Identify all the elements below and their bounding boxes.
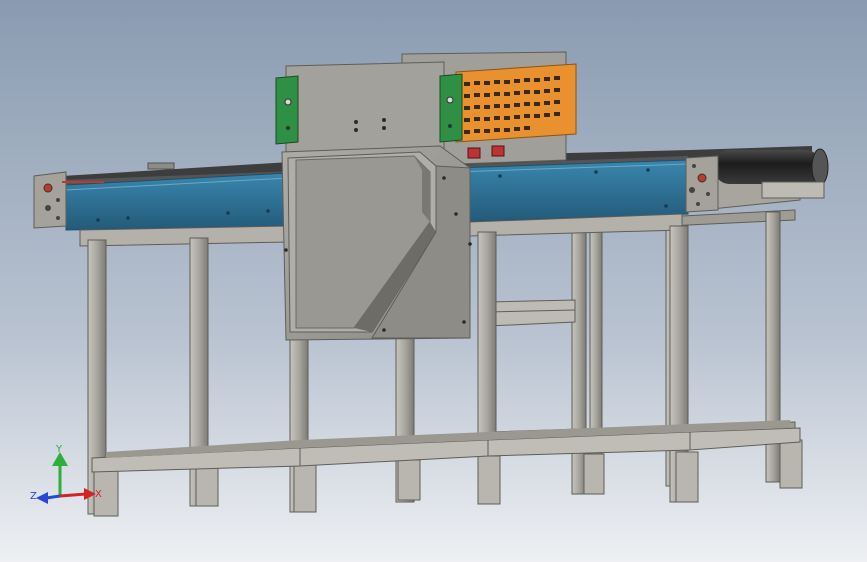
z-axis-line: [45, 494, 61, 500]
right-green-bracket: [439, 73, 463, 143]
conveyor-model-view[interactable]: Y X Z: [0, 0, 867, 562]
cad-viewport[interactable]: Y X Z: [0, 0, 867, 562]
left-green-bracket: [275, 75, 299, 145]
y-axis-label: Y: [55, 444, 63, 455]
x-axis-label: X: [95, 489, 102, 500]
z-axis-label: Z: [30, 491, 37, 502]
x-axis-line: [59, 492, 87, 498]
right-end-bracket: [685, 155, 719, 213]
